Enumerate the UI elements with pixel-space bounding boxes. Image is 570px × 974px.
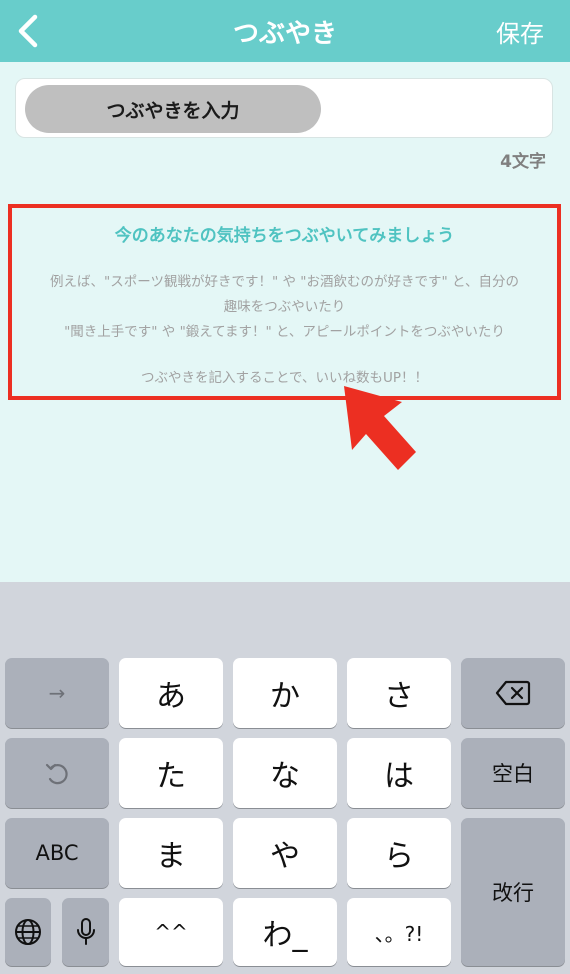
hint-box: 今のあなたの気持ちをつぶやいてみましょう 例えば、"スポーツ観戦が好きです！" … [8, 204, 561, 400]
key-punctuation-label: 、。?! [374, 921, 424, 946]
next-key[interactable]: → [5, 658, 109, 728]
key-wa[interactable]: わ_ [233, 898, 337, 966]
enter-key[interactable]: 改行 [461, 818, 565, 966]
key-na[interactable]: な [233, 738, 337, 808]
microphone-icon [76, 918, 95, 945]
mic-key[interactable] [62, 898, 109, 966]
abc-key-label: ABC [35, 841, 79, 865]
nav-header: つぶやき 保存 [0, 0, 570, 62]
key-emoticon[interactable]: ^^ [119, 898, 223, 966]
globe-key[interactable] [5, 898, 51, 966]
input-chip: つぶやきを入力 [25, 85, 321, 133]
hint-line: 例えば、"スポーツ観戦が好きです！" や "お酒飲むのが好きです" と、自分の [50, 274, 519, 290]
key-emoticon-label: ^^ [154, 920, 188, 944]
hint-line: "聞き上手です" や "鍛えてます！" と、アピールポイントをつぶやいたり [64, 324, 505, 340]
enter-key-label: 改行 [492, 881, 534, 905]
key-ka[interactable]: か [233, 658, 337, 728]
hint-line: つぶやきを記入することで、いいね数もUP！！ [140, 370, 429, 386]
backspace-icon [495, 680, 531, 706]
hint-line: 趣味をつぶやいたり [223, 299, 346, 315]
key-ta[interactable]: た [119, 738, 223, 808]
space-key[interactable]: 空白 [461, 738, 565, 808]
key-ha[interactable]: は [347, 738, 451, 808]
tweet-input[interactable]: つぶやきを入力 [15, 78, 553, 138]
undo-key[interactable] [5, 738, 109, 808]
undo-icon [45, 763, 68, 785]
key-ya[interactable]: や [233, 818, 337, 888]
char-count: 4文字 [500, 152, 546, 172]
delete-key[interactable] [461, 658, 565, 728]
key-ra[interactable]: ら [347, 818, 451, 888]
hint-title: 今のあなたの気持ちをつぶやいてみましょう [114, 226, 455, 246]
key-a[interactable]: あ [119, 658, 223, 728]
key-sa[interactable]: さ [347, 658, 451, 728]
key-punctuation[interactable]: 、。?! [347, 898, 451, 966]
keyboard: → あ か さ た な は 空白 ABC ま や ら 改行 ^^ わ_ 、。?! [0, 582, 570, 974]
key-ma[interactable]: ま [119, 818, 223, 888]
arrow-right-icon: → [48, 681, 66, 705]
page-title: つぶやき [232, 18, 337, 49]
arrow-icon [344, 386, 416, 470]
abc-key[interactable]: ABC [5, 818, 109, 888]
save-button[interactable]: 保存 [496, 0, 544, 62]
space-key-label: 空白 [492, 762, 534, 786]
globe-icon [15, 919, 41, 945]
